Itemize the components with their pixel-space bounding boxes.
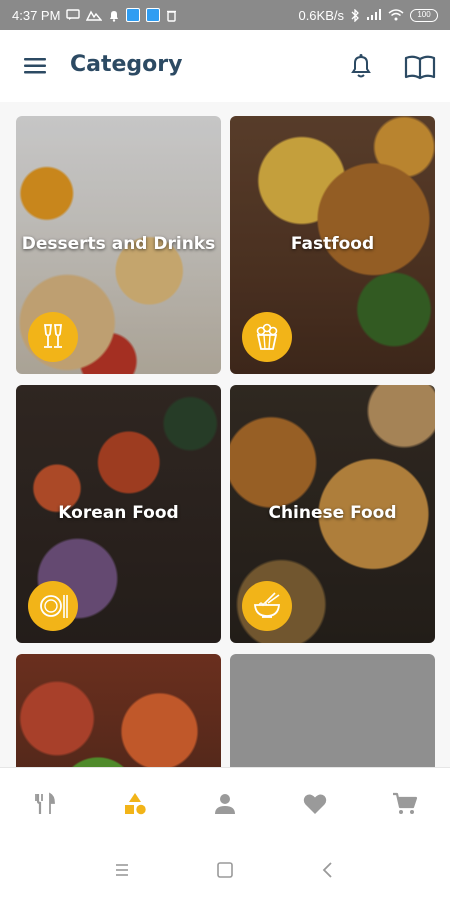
category-card-fastfood[interactable]: Fastfood: [230, 116, 435, 374]
book-icon: [404, 55, 436, 80]
category-badge: [28, 312, 78, 362]
back-button[interactable]: [308, 850, 348, 890]
app-bar: Category: [0, 30, 450, 102]
plate-chopsticks-icon: [40, 595, 68, 618]
message-icon: [66, 9, 81, 21]
app-notification-icon-2: [146, 8, 161, 22]
category-title: Desserts and Drinks: [21, 234, 216, 254]
system-navigation-bar: [0, 840, 450, 900]
status-left: 4:37 PM: [12, 8, 177, 23]
recents-icon: [115, 864, 128, 876]
nav-profile[interactable]: [195, 774, 255, 834]
notification-bell-icon: [108, 9, 120, 22]
signal-icon: [366, 9, 382, 21]
bottom-navigation: [0, 767, 450, 840]
recents-button[interactable]: [102, 850, 142, 890]
menu-book-button[interactable]: [404, 54, 436, 80]
status-time: 4:37 PM: [12, 7, 61, 23]
category-title: Chinese Food: [268, 503, 397, 523]
nav-category[interactable]: [105, 774, 165, 834]
person-icon: [215, 794, 235, 814]
bell-icon: [351, 54, 371, 78]
category-grid: Desserts and Drinks Fastfood Korean Food…: [0, 102, 450, 767]
category-title: Korean Food: [58, 503, 179, 523]
category-image-placeholder: [230, 654, 435, 767]
trash-icon: [166, 9, 177, 22]
category-card-korean-food[interactable]: Korean Food: [16, 385, 221, 643]
category-badge: [242, 581, 292, 631]
category-image: [16, 654, 221, 767]
nav-cart[interactable]: [375, 774, 435, 834]
notifications-button[interactable]: [348, 52, 374, 80]
menu-icon: [24, 58, 46, 74]
status-right: 0.6KB/s 100: [298, 8, 438, 23]
bluetooth-icon: [350, 8, 360, 22]
home-square-icon: [217, 862, 233, 878]
popcorn-icon: [256, 323, 278, 350]
category-card-chinese-food[interactable]: Chinese Food: [230, 385, 435, 643]
category-title: Fastfood: [290, 234, 375, 254]
noodle-bowl-icon: [254, 592, 280, 618]
battery-indicator: 100: [410, 8, 438, 22]
wifi-icon: [388, 9, 404, 21]
app-notification-icon: [126, 8, 141, 22]
category-icon: [125, 793, 146, 815]
home-button[interactable]: [205, 850, 245, 890]
menu-button[interactable]: [24, 55, 48, 77]
cart-icon: [393, 792, 418, 814]
heart-icon: [303, 794, 327, 814]
network-speed: 0.6KB/s: [298, 7, 344, 23]
page-title: Category: [70, 52, 183, 77]
category-card-desserts-and-drinks[interactable]: Desserts and Drinks: [16, 116, 221, 374]
category-badge: [28, 581, 78, 631]
mountain-icon: [86, 9, 103, 21]
restaurant-icon: [35, 792, 55, 814]
category-card-5[interactable]: [16, 654, 221, 767]
status-bar: 4:37 PM 0.6KB/s 100: [0, 0, 450, 30]
nav-restaurants[interactable]: [15, 774, 75, 834]
back-chevron-icon: [323, 862, 332, 878]
category-card-6[interactable]: [230, 654, 435, 767]
nav-favorites[interactable]: [285, 774, 345, 834]
category-badge: [242, 312, 292, 362]
champagne-glasses-icon: [43, 324, 63, 348]
